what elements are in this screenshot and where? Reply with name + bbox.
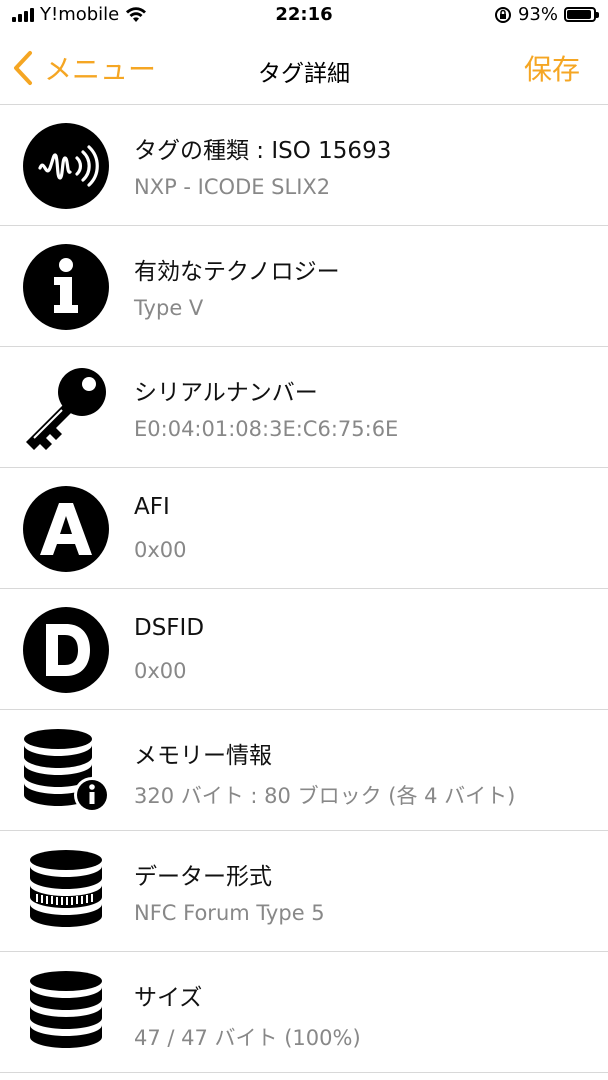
row-value: NXP - ICODE SLIX2: [134, 175, 331, 199]
list-item-serial-number: シリアルナンバー E0:04:01:08:3E:C6:75:6E: [0, 347, 608, 468]
save-button[interactable]: 保存: [524, 48, 580, 88]
list-item-memory-info: メモリー情報 320 バイト : 80 ブロック (各 4 バイト): [0, 710, 608, 831]
list-item-data-format: データー形式 NFC Forum Type 5: [0, 831, 608, 952]
row-value: Type V: [134, 296, 204, 320]
list-item-tag-type: タグの種類 : ISO 15693 NXP - ICODE SLIX2: [0, 105, 608, 226]
key-icon: [26, 368, 106, 450]
row-value: 47 / 47 バイト (100%): [134, 1026, 361, 1050]
row-value: NFC Forum Type 5: [134, 901, 325, 925]
orientation-lock-icon: [494, 6, 511, 23]
row-title: シリアルナンバー: [134, 380, 318, 406]
row-value: 0x00: [134, 538, 187, 562]
row-title: DSFID: [134, 615, 205, 641]
row-title: サイズ: [134, 985, 203, 1011]
page-title: タグ詳細: [258, 61, 350, 87]
row-title: メモリー情報: [134, 743, 272, 769]
battery-fill: [567, 10, 592, 19]
tag-detail-list: タグの種類 : ISO 15693 NXP - ICODE SLIX2 有効なテ…: [0, 105, 608, 1073]
nav-bar: メニュー タグ詳細 保存: [0, 34, 608, 105]
row-title: タグの種類 : ISO 15693: [134, 138, 392, 164]
row-title: AFI: [134, 494, 170, 520]
list-item-dsfid: DSFID 0x00: [0, 589, 608, 710]
battery-icon: [564, 7, 599, 22]
info-icon: [23, 244, 109, 330]
list-item-technology: 有効なテクノロジー Type V: [0, 226, 608, 347]
status-right: 93%: [494, 4, 599, 25]
nfc-tag-icon: [23, 123, 109, 209]
row-value: 0x00: [134, 659, 187, 683]
row-value: 320 バイト : 80 ブロック (各 4 バイト): [134, 784, 516, 808]
database-format-icon: [30, 850, 102, 927]
letter-d-icon: [23, 607, 109, 693]
letter-a-icon: [23, 486, 109, 572]
list-item-afi: AFI 0x00: [0, 468, 608, 589]
row-value: E0:04:01:08:3E:C6:75:6E: [134, 417, 399, 441]
status-bar: Y!mobile 22:16 93%: [0, 0, 608, 34]
database-icon: [30, 971, 102, 1048]
row-title: 有効なテクノロジー: [134, 259, 340, 285]
row-title: データー形式: [134, 864, 272, 890]
list-item-size: サイズ 47 / 47 バイト (100%): [0, 952, 608, 1073]
database-info-icon: [24, 729, 110, 813]
battery-percent: 93%: [517, 4, 558, 25]
